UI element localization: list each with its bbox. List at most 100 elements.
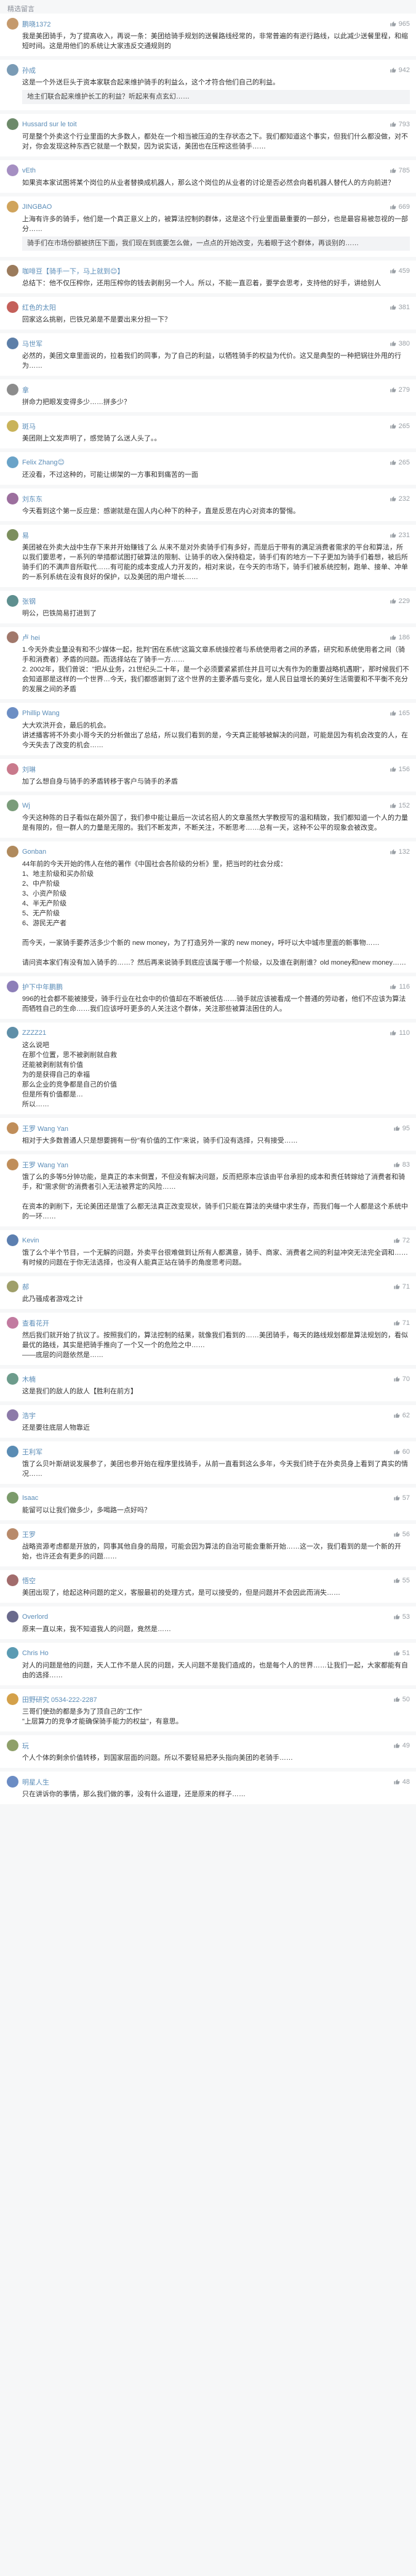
like-button[interactable]: 793 xyxy=(390,121,410,128)
comment-username[interactable]: 卢 hei xyxy=(22,633,390,642)
like-button[interactable]: 55 xyxy=(393,1577,410,1584)
like-button[interactable]: 51 xyxy=(393,1650,410,1657)
avatar[interactable] xyxy=(7,301,18,313)
comment-username[interactable]: Kevin xyxy=(22,1237,393,1244)
comment-username[interactable]: Chris Ho xyxy=(22,1650,393,1657)
comment-username[interactable]: 张钢 xyxy=(22,596,390,606)
like-button[interactable]: 62 xyxy=(393,1412,410,1419)
avatar[interactable] xyxy=(7,1611,18,1622)
like-button[interactable]: 50 xyxy=(393,1696,410,1703)
like-button[interactable]: 156 xyxy=(390,766,410,773)
like-button[interactable]: 72 xyxy=(393,1237,410,1244)
comment-username[interactable]: 红色的太阳 xyxy=(22,302,390,312)
comment-username[interactable]: Phillip Wang xyxy=(22,710,390,717)
comment-username[interactable]: 悟空 xyxy=(22,1576,393,1586)
avatar[interactable] xyxy=(7,1027,18,1039)
like-button[interactable]: 231 xyxy=(390,532,410,539)
avatar[interactable] xyxy=(7,420,18,432)
avatar[interactable] xyxy=(7,1373,18,1385)
like-button[interactable]: 53 xyxy=(393,1613,410,1621)
comment-username[interactable]: Wj xyxy=(22,802,390,809)
like-button[interactable]: 56 xyxy=(393,1531,410,1538)
comment-username[interactable]: 鹏晓1372 xyxy=(22,19,390,29)
avatar[interactable] xyxy=(7,1528,18,1540)
comment-username[interactable]: 王罗 Wang Yan xyxy=(22,1160,393,1170)
like-button[interactable]: 380 xyxy=(390,340,410,347)
like-button[interactable]: 83 xyxy=(393,1161,410,1169)
avatar[interactable] xyxy=(7,1740,18,1751)
avatar[interactable] xyxy=(7,631,18,643)
avatar[interactable] xyxy=(7,1776,18,1788)
comment-username[interactable]: 玩 xyxy=(22,1741,393,1751)
like-button[interactable]: 116 xyxy=(390,983,410,990)
avatar[interactable] xyxy=(7,1234,18,1246)
comment-username[interactable]: 马世军 xyxy=(22,339,390,349)
like-button[interactable]: 165 xyxy=(390,710,410,717)
like-button[interactable]: 785 xyxy=(390,167,410,174)
comment-username[interactable]: Isaac xyxy=(22,1494,393,1502)
comment-username[interactable]: 易 xyxy=(22,530,390,540)
avatar[interactable] xyxy=(7,846,18,857)
like-button[interactable]: 381 xyxy=(390,304,410,311)
comment-username[interactable]: vEth xyxy=(22,167,390,174)
comment-username[interactable]: 咖啡豆【骑手一下，马上就到😊】 xyxy=(22,266,390,276)
avatar[interactable] xyxy=(7,338,18,349)
like-button[interactable]: 60 xyxy=(393,1448,410,1456)
avatar[interactable] xyxy=(7,164,18,176)
avatar[interactable] xyxy=(7,763,18,775)
avatar[interactable] xyxy=(7,800,18,811)
comment-username[interactable]: 浩宇 xyxy=(22,1411,393,1420)
avatar[interactable] xyxy=(7,1122,18,1134)
comment-username[interactable]: 王罗 Wang Yan xyxy=(22,1124,393,1133)
comment-username[interactable]: 查看花开 xyxy=(22,1318,393,1328)
avatar[interactable] xyxy=(7,981,18,992)
comment-username[interactable]: Hussard sur le toit xyxy=(22,121,390,128)
comment-username[interactable]: JINGBAO xyxy=(22,203,390,211)
like-button[interactable]: 942 xyxy=(390,67,410,74)
like-button[interactable]: 279 xyxy=(390,386,410,394)
like-button[interactable]: 229 xyxy=(390,597,410,605)
comment-username[interactable]: Felix Zhang😊 xyxy=(22,458,390,466)
comment-username[interactable]: 田野研究 0534-222-2287 xyxy=(22,1695,393,1704)
like-button[interactable]: 152 xyxy=(390,802,410,809)
comment-username[interactable]: 王罗 xyxy=(22,1529,393,1539)
avatar[interactable] xyxy=(7,64,18,76)
like-button[interactable]: 965 xyxy=(390,20,410,28)
avatar[interactable] xyxy=(7,595,18,607)
comment-username[interactable]: 斑马 xyxy=(22,421,390,431)
like-button[interactable]: 70 xyxy=(393,1375,410,1383)
avatar[interactable] xyxy=(7,384,18,395)
avatar[interactable] xyxy=(7,265,18,277)
like-button[interactable]: 48 xyxy=(393,1778,410,1786)
like-button[interactable]: 57 xyxy=(393,1494,410,1502)
avatar[interactable] xyxy=(7,118,18,130)
like-button[interactable]: 110 xyxy=(390,1029,410,1037)
comment-username[interactable]: 木楠 xyxy=(22,1374,393,1384)
avatar[interactable] xyxy=(7,1492,18,1504)
like-button[interactable]: 71 xyxy=(393,1319,410,1327)
avatar[interactable] xyxy=(7,1693,18,1705)
comment-username[interactable]: 刘东东 xyxy=(22,494,390,504)
avatar[interactable] xyxy=(7,1409,18,1421)
avatar[interactable] xyxy=(7,1317,18,1329)
comment-username[interactable]: 护下中年鹏鹏 xyxy=(22,982,390,992)
comment-username[interactable]: Overlord xyxy=(22,1613,393,1621)
avatar[interactable] xyxy=(7,1446,18,1457)
like-button[interactable]: 71 xyxy=(393,1283,410,1290)
avatar[interactable] xyxy=(7,707,18,719)
avatar[interactable] xyxy=(7,18,18,30)
comment-username[interactable]: 王利军 xyxy=(22,1447,393,1457)
comment-username[interactable]: Gonban xyxy=(22,848,390,856)
like-button[interactable]: 186 xyxy=(390,634,410,641)
like-button[interactable]: 669 xyxy=(390,203,410,211)
like-button[interactable]: 132 xyxy=(390,848,410,856)
avatar[interactable] xyxy=(7,1647,18,1659)
comment-username[interactable]: 孙成 xyxy=(22,65,390,75)
like-button[interactable]: 49 xyxy=(393,1742,410,1749)
comment-username[interactable]: 拿 xyxy=(22,385,390,395)
like-button[interactable]: 232 xyxy=(390,495,410,503)
like-button[interactable]: 95 xyxy=(393,1125,410,1132)
avatar[interactable] xyxy=(7,201,18,213)
like-button[interactable]: 265 xyxy=(390,459,410,466)
avatar[interactable] xyxy=(7,456,18,468)
